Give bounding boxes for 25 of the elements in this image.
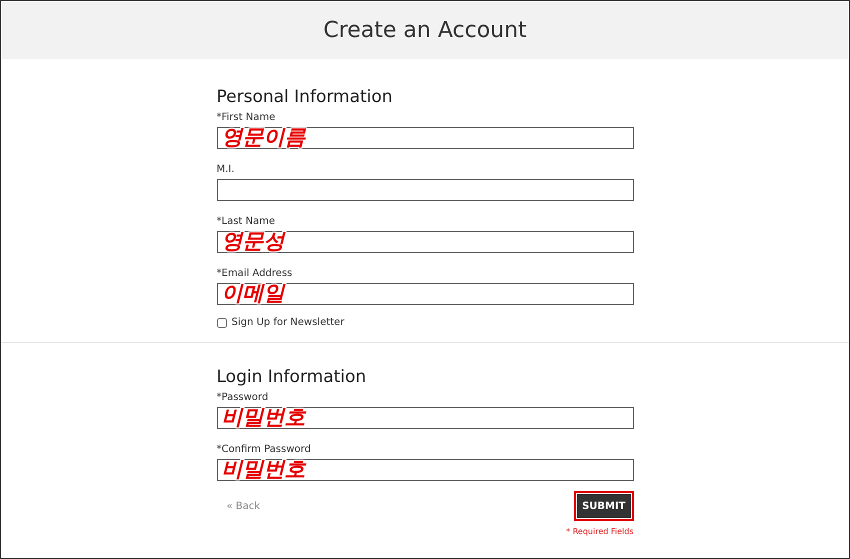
field-label: *Confirm Password xyxy=(216,444,312,457)
annotation-text: 비밀번호 xyxy=(222,456,306,483)
annotation-text: 비밀번호 xyxy=(222,404,306,431)
field-label: *Last Name xyxy=(216,216,276,229)
annotation-text: 영문이름 xyxy=(222,124,306,151)
field-label: M.I. xyxy=(216,164,236,177)
section-title: Personal Information xyxy=(216,87,394,107)
input-field[interactable] xyxy=(216,407,634,429)
input-field[interactable] xyxy=(216,231,634,253)
checkbox-label: Sign Up for Newsletter xyxy=(232,317,344,328)
field-label: *Email Address xyxy=(216,268,294,281)
annotation-text: 이메일 xyxy=(222,280,284,307)
field-label: *Password xyxy=(216,392,270,405)
input-field[interactable] xyxy=(216,127,634,149)
page-title: Create an Account xyxy=(323,18,527,42)
required-fields-note: * Required Fields xyxy=(566,527,634,536)
newsletter-checkbox[interactable] xyxy=(216,318,226,328)
field-label: *First Name xyxy=(216,112,276,125)
annotation-text: 영문성 xyxy=(222,228,284,255)
input-field[interactable] xyxy=(216,179,634,201)
input-field[interactable] xyxy=(216,283,634,305)
section-title: Login Information xyxy=(216,367,368,387)
input-field[interactable] xyxy=(216,459,634,481)
back-link[interactable]: « Back xyxy=(226,500,260,512)
submit-button[interactable]: SUBMIT xyxy=(574,491,634,521)
